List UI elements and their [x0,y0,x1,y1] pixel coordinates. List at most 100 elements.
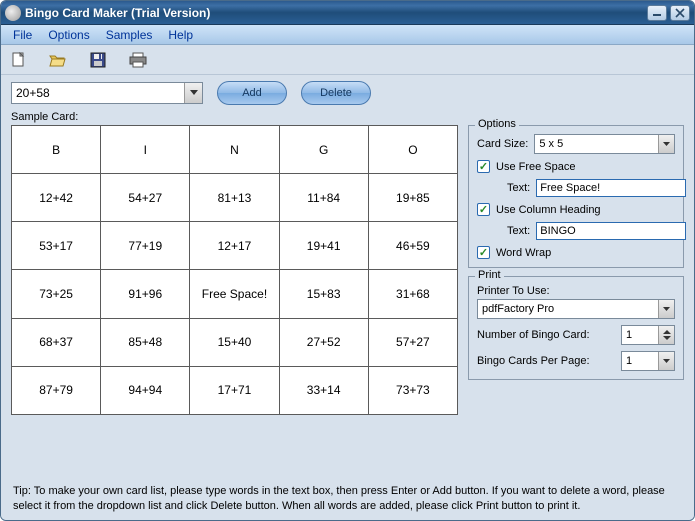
spinner-buttons[interactable] [658,326,674,344]
word-combo[interactable] [11,82,203,104]
add-button[interactable]: Add [217,81,287,105]
free-space-label: Use Free Space [496,161,575,173]
cell: 91+96 [101,270,190,318]
menu-samples[interactable]: Samples [98,28,161,42]
cell: 77+19 [101,222,190,270]
chevron-down-icon [190,90,198,96]
free-text-row: Text: [477,179,675,197]
cell: 54+27 [101,174,190,222]
cell: 73+73 [368,366,457,414]
col-n: N [190,126,279,174]
cell: 12+17 [190,222,279,270]
free-text-label: Text: [507,182,530,194]
col-heading-checkbox[interactable]: ✓ [477,203,490,216]
app-icon [5,5,21,21]
cell: 46+59 [368,222,457,270]
col-text-row: Text: [477,222,675,240]
app-window: Bingo Card Maker (Trial Version) File Op… [0,0,695,521]
word-wrap-checkbox[interactable]: ✓ [477,246,490,259]
card-size-row: Card Size: 5 x 5 [477,134,675,154]
sample-card-label: Sample Card: [11,111,458,123]
col-text-label: Text: [507,225,530,237]
menu-options[interactable]: Options [40,28,97,42]
cell: 53+17 [12,222,101,270]
cell: 27+52 [279,318,368,366]
menu-file[interactable]: File [5,28,40,42]
printer-combo[interactable]: pdfFactory Pro [477,299,675,319]
titlebar: Bingo Card Maker (Trial Version) [1,1,694,25]
free-text-input[interactable] [536,179,686,197]
minimize-button[interactable] [647,5,667,21]
save-button[interactable] [87,49,109,71]
word-input[interactable] [12,83,184,103]
cell: 33+14 [279,366,368,414]
chevron-down-icon [663,307,670,312]
print-button[interactable] [127,49,149,71]
col-text-input[interactable] [536,222,686,240]
print-legend: Print [475,269,504,281]
word-wrap-row: ✓ Word Wrap [477,246,675,259]
table-row: 12+4254+2781+1311+8419+85 [12,174,458,222]
printer-label: Printer To Use: [477,285,550,297]
cell: 81+13 [190,174,279,222]
cell: 73+25 [12,270,101,318]
col-heading-label: Use Column Heading [496,204,601,216]
cell: 85+48 [101,318,190,366]
col-b: B [12,126,101,174]
free-space-checkbox[interactable]: ✓ [477,160,490,173]
menu-help[interactable]: Help [160,28,201,42]
col-heading-row: ✓ Use Column Heading [477,203,675,216]
cell: Free Space! [190,270,279,318]
card-size-combo[interactable]: 5 x 5 [534,134,675,154]
per-page-value: 1 [622,352,658,370]
cell: 11+84 [279,174,368,222]
cell: 57+27 [368,318,457,366]
new-button[interactable] [7,49,29,71]
side-panel: Options Card Size: 5 x 5 ✓ Use Free Spac… [468,111,684,478]
open-folder-icon [49,52,67,68]
options-group: Options Card Size: 5 x 5 ✓ Use Free Spac… [468,125,684,268]
printer-row: pdfFactory Pro [477,299,675,319]
per-page-label: Bingo Cards Per Page: [477,355,615,367]
window-title: Bingo Card Maker (Trial Version) [25,6,644,20]
table-row: 53+1777+1912+1719+4146+59 [12,222,458,270]
input-row: Add Delete [11,81,684,105]
cell: 15+83 [279,270,368,318]
printer-icon [129,52,147,68]
close-icon [675,8,685,18]
cell: 15+40 [190,318,279,366]
bingo-table: B I N G O 12+4254+2781+1311+8419+85 53+1… [11,125,458,415]
content-area: Add Delete Sample Card: B I N G O 12+425… [1,75,694,520]
cell: 31+68 [368,270,457,318]
word-combo-drop[interactable] [184,83,202,103]
tip-text: Tip: To make your own card list, please … [11,478,684,516]
cell: 19+85 [368,174,457,222]
minimize-icon [652,9,662,17]
cell: 17+71 [190,366,279,414]
per-page-combo[interactable]: 1 [621,351,675,371]
spinner-arrows-icon [662,329,672,341]
card-size-drop[interactable] [658,135,674,153]
num-cards-spinner[interactable]: 1 [621,325,675,345]
printer-drop[interactable] [658,300,674,318]
word-wrap-label: Word Wrap [496,247,551,259]
printer-value: pdfFactory Pro [478,300,658,318]
per-page-drop[interactable] [658,352,674,370]
cell: 94+94 [101,366,190,414]
table-row: 73+2591+96Free Space!15+8331+68 [12,270,458,318]
table-row: 68+3785+4815+4027+5257+27 [12,318,458,366]
close-button[interactable] [670,5,690,21]
col-o: O [368,126,457,174]
cell: 87+79 [12,366,101,414]
cell: 19+41 [279,222,368,270]
num-cards-label: Number of Bingo Card: [477,329,615,341]
open-button[interactable] [47,49,69,71]
card-size-value: 5 x 5 [535,135,658,153]
main-area: Sample Card: B I N G O 12+4254+2781+1311… [11,111,684,478]
cell: 12+42 [12,174,101,222]
delete-button[interactable]: Delete [301,81,371,105]
chevron-down-icon [663,359,670,364]
header-row: B I N G O [12,126,458,174]
menubar: File Options Samples Help [1,25,694,45]
num-cards-value: 1 [622,326,658,344]
